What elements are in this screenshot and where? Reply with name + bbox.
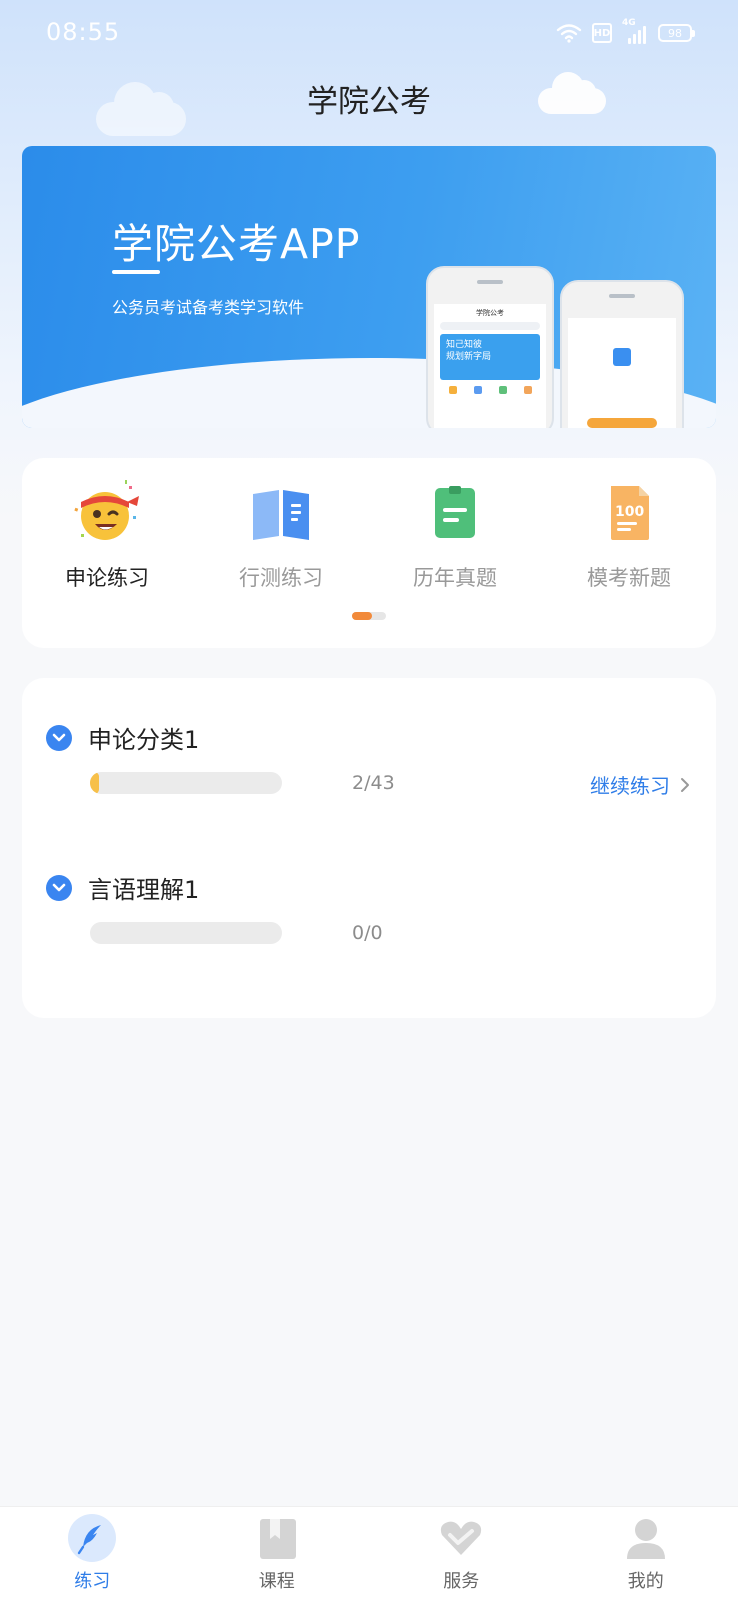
handshake-heart-icon	[436, 1513, 486, 1563]
battery-level: 98	[668, 27, 682, 40]
page-title: 学院公考	[0, 76, 738, 121]
nav-label: 我的	[554, 1567, 738, 1593]
status-time: 08:55	[46, 18, 120, 46]
category-menu: 申论练习 行测练习 历年真题	[22, 458, 716, 648]
category-xingce-practice[interactable]: 行测练习	[196, 478, 366, 608]
category-label: 历年真题	[370, 562, 540, 592]
nav-services[interactable]: 服务	[369, 1507, 554, 1601]
hd-icon: HD	[592, 23, 612, 43]
user-icon	[621, 1513, 671, 1563]
category-label: 模考新题	[544, 562, 714, 592]
chevron-down-icon	[46, 725, 72, 751]
category-label: 申论练习	[22, 562, 192, 592]
network-type: 4G	[622, 18, 636, 28]
status-bar: 08:55 HD 4G 98	[0, 0, 738, 64]
page-indicator	[352, 612, 386, 620]
cellular-signal-icon: 4G	[622, 22, 648, 44]
progress-count: 2/43	[352, 772, 395, 794]
continue-label: 继续练习	[590, 770, 670, 799]
nav-label: 服务	[369, 1567, 554, 1593]
wifi-icon	[556, 23, 582, 43]
progress-bar	[90, 922, 282, 944]
feather-icon	[67, 1513, 117, 1563]
category-past-exams[interactable]: 历年真题	[370, 478, 540, 608]
category-mock-exams[interactable]: 100 模考新题	[544, 478, 714, 608]
nav-label: 练习	[0, 1567, 185, 1593]
chevron-down-icon	[46, 875, 72, 901]
phone-mockup-home: 学院公考 知己知彼 规划新字局	[426, 266, 554, 428]
bottom-navigation: 练习 课程 服务 我的	[0, 1506, 738, 1601]
progress-fill	[90, 772, 99, 794]
section-title: 申论分类1	[88, 720, 199, 755]
nav-profile[interactable]: 我的	[554, 1507, 738, 1601]
promo-banner[interactable]: 学院公考APP 公务员考试备考类学习软件 学院公考 知己知彼 规划新字局	[22, 146, 716, 428]
phone-button-mock	[587, 418, 657, 428]
practice-progress-card: 申论分类1 2/43 继续练习 言语理解1 0/0	[22, 678, 716, 1018]
nav-label: 课程	[185, 1567, 370, 1593]
banner-divider	[112, 270, 160, 274]
category-shenlun-practice[interactable]: 申论练习	[22, 478, 192, 608]
app-logo-icon	[613, 348, 631, 366]
banner-title: 学院公考APP	[112, 210, 361, 270]
score-paper-icon: 100	[589, 478, 669, 548]
svg-text:100: 100	[615, 504, 644, 520]
section-header[interactable]: 言语理解1	[46, 870, 199, 905]
continue-practice-button[interactable]: 继续练习	[590, 770, 690, 799]
document-icon	[415, 478, 495, 548]
section-title: 言语理解1	[88, 870, 199, 905]
open-book-icon	[241, 478, 321, 548]
progress-bar	[90, 772, 282, 794]
battery-icon: 98	[658, 24, 692, 42]
category-label: 行测练习	[196, 562, 366, 592]
chevron-right-icon	[680, 777, 690, 793]
bookmark-book-icon	[252, 1513, 302, 1563]
nav-practice[interactable]: 练习	[0, 1507, 185, 1601]
banner-subtitle: 公务员考试备考类学习软件	[112, 294, 304, 318]
section-header[interactable]: 申论分类1	[46, 720, 199, 755]
phone-banner-text-1: 知己知彼	[446, 340, 482, 350]
emoji-headband-icon	[67, 478, 147, 548]
phone-mockup-login	[560, 280, 684, 428]
status-icons: HD 4G 98	[556, 20, 692, 46]
nav-courses[interactable]: 课程	[185, 1507, 370, 1601]
phone-screen-title: 学院公考	[434, 304, 546, 318]
phone-banner-text-2: 规划新字局	[446, 352, 491, 362]
progress-count: 0/0	[352, 922, 383, 944]
